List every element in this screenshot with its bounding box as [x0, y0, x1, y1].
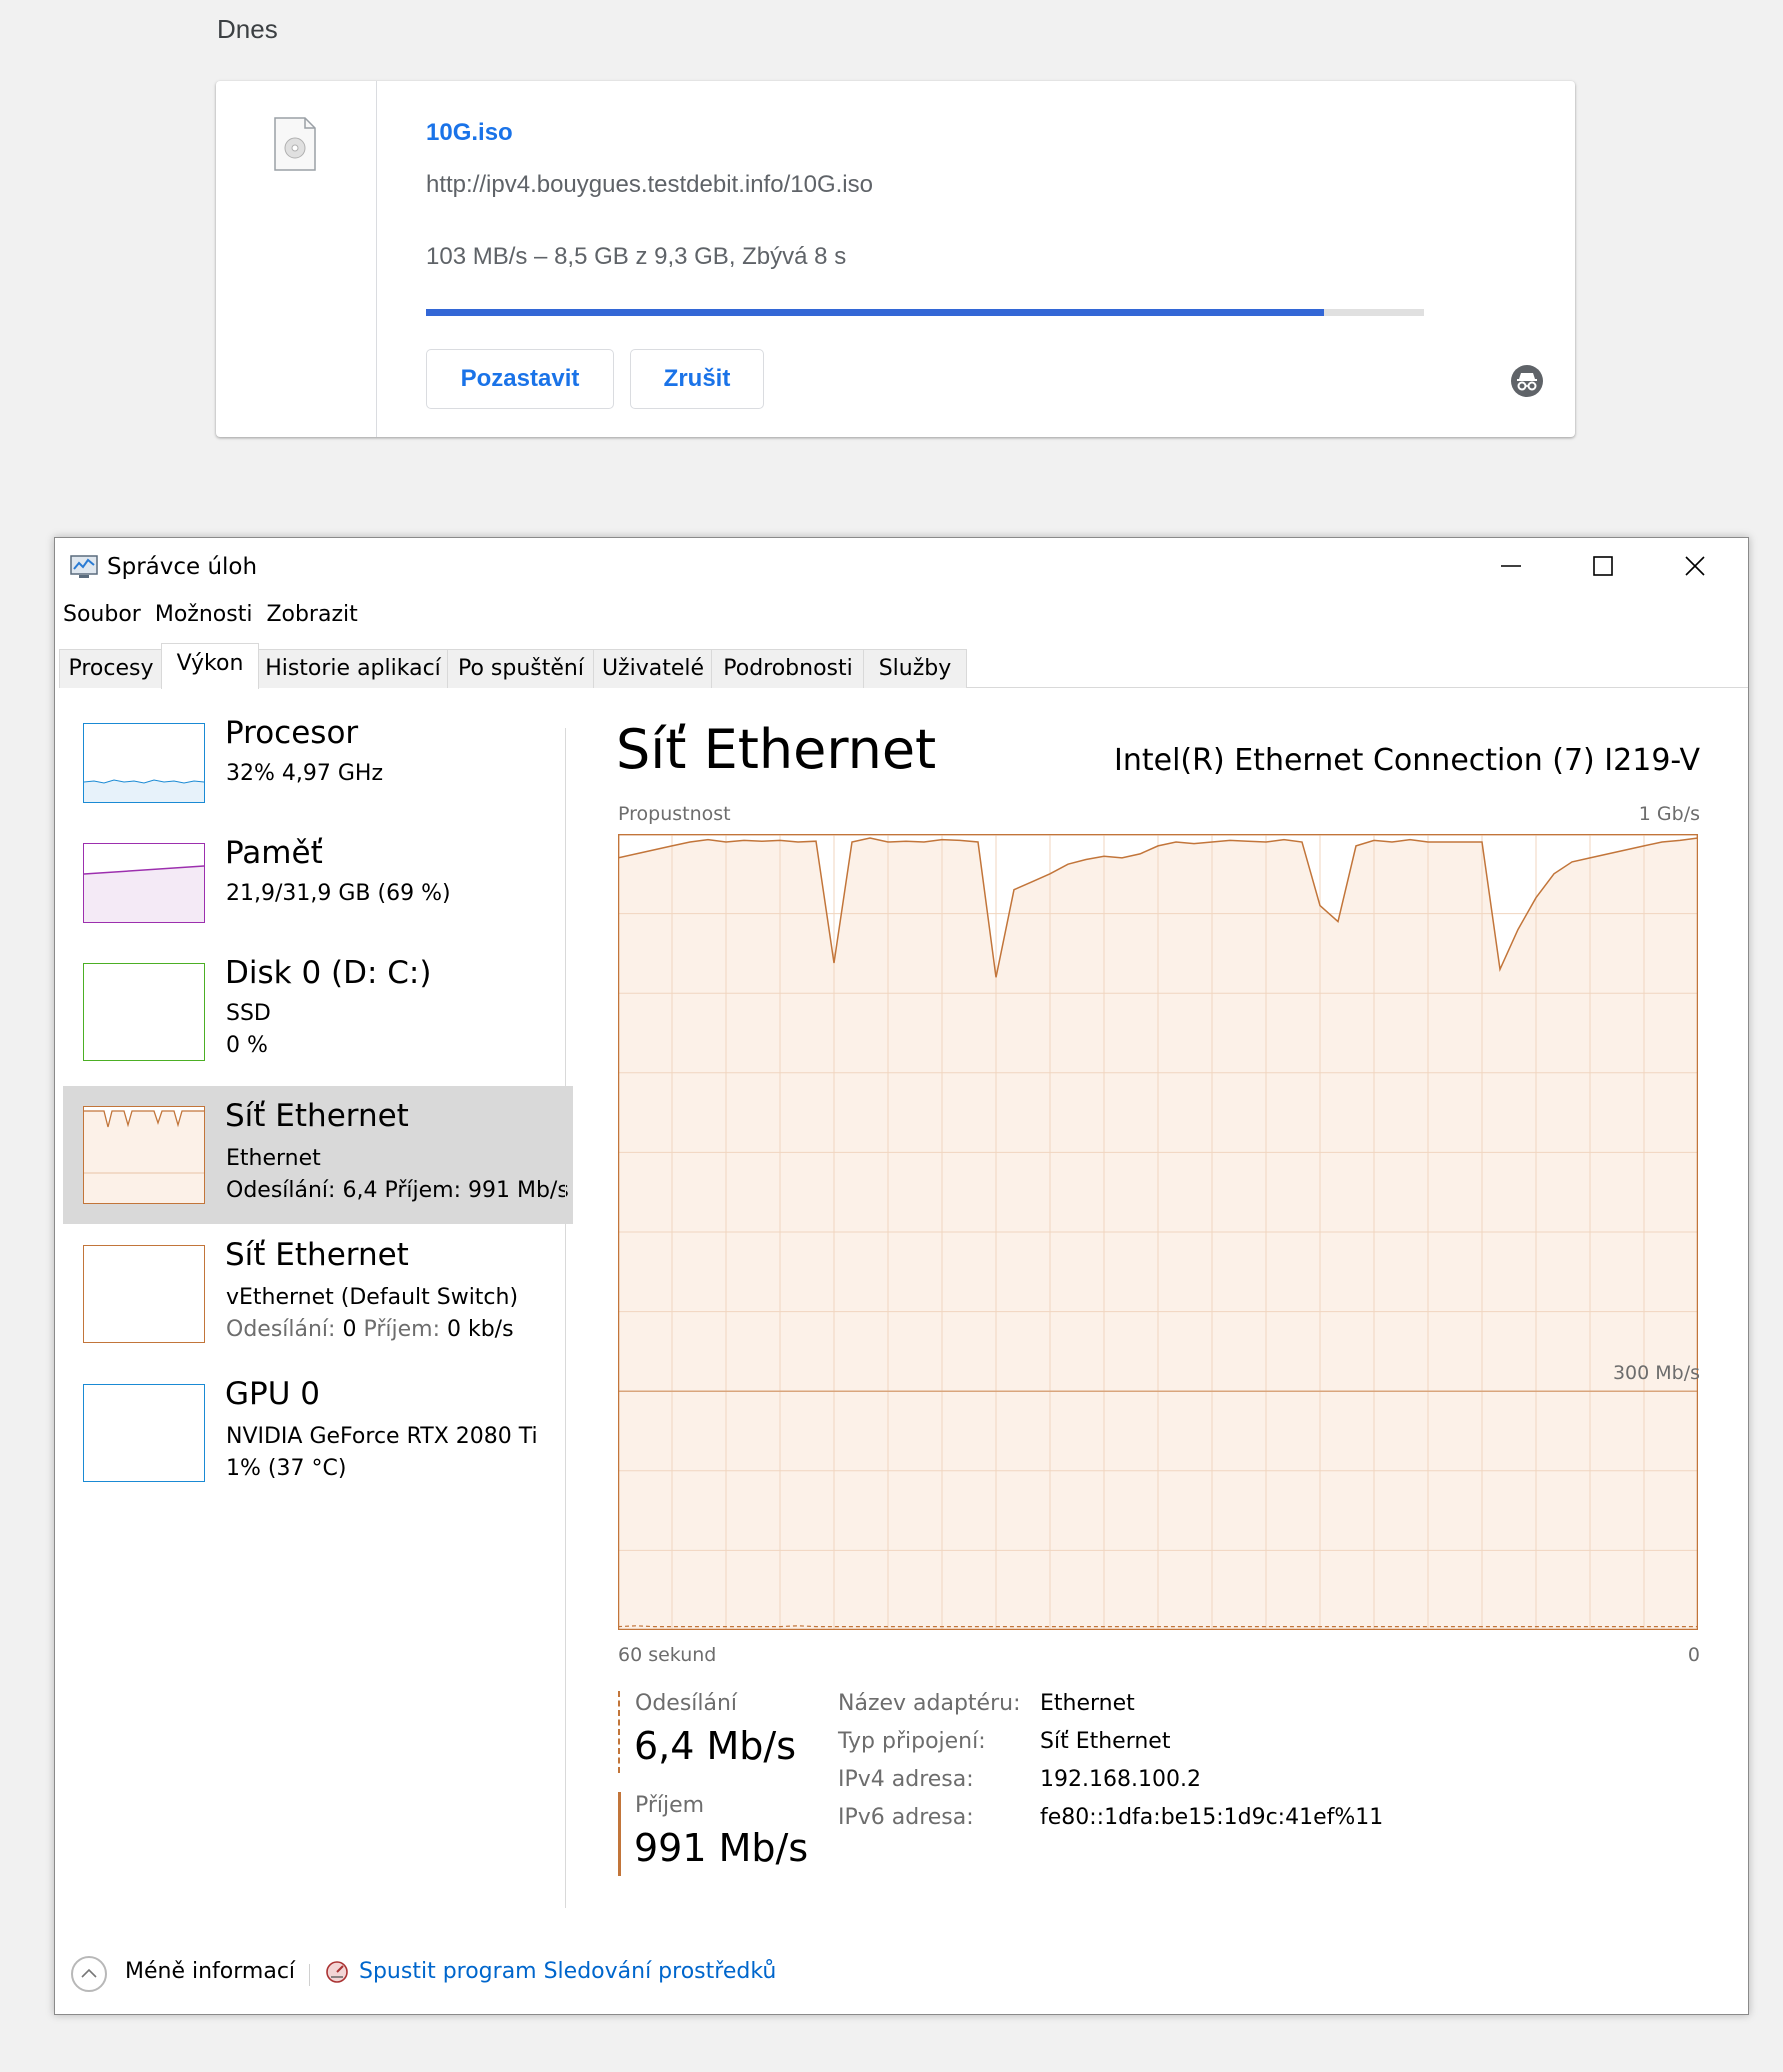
chevron-up-icon[interactable] [71, 1956, 107, 1992]
resource-monitor-icon [326, 1961, 348, 1983]
throughput-chart [618, 834, 1698, 1630]
chart-throughput-label: Propustnost [618, 803, 731, 825]
tab-podrobnosti[interactable]: Podrobnosti [711, 649, 865, 688]
sidebar-item-memory[interactable]: Paměť 21,9/31,9 GB (69 %) [63, 833, 573, 971]
cpu-thumbnail-graph [83, 723, 205, 803]
tab-strip: Procesy Výkon Historie aplikací Po spušt… [59, 643, 1748, 689]
download-status: 103 MB/s – 8,5 GB z 9,3 GB, Zbývá 8 s [426, 243, 847, 270]
chart-zero-label: 0 [1687, 1644, 1700, 1666]
download-file-name-link[interactable]: 10G.iso [426, 119, 513, 147]
tab-historie-aplikaci[interactable]: Historie aplikací [257, 649, 449, 688]
tab-po-spusteni[interactable]: Po spuštění [447, 649, 595, 688]
memory-thumbnail-graph [83, 843, 205, 923]
recv-value: 991 Mb/s [467, 1178, 569, 1203]
file-icon [274, 117, 316, 171]
download-icon-column [216, 81, 377, 437]
cancel-button[interactable]: Zrušit [630, 349, 764, 409]
recv-indicator [618, 1792, 621, 1876]
send-label: Odesílání: [226, 1178, 336, 1203]
sidebar-line: 21,9/31,9 GB (69 %) [226, 881, 451, 906]
maximize-icon [1593, 556, 1613, 576]
gpu-thumbnail-graph [83, 1384, 205, 1482]
sidebar-item-cpu[interactable]: Procesor 32% 4,97 GHz [63, 713, 573, 851]
pause-button[interactable]: Pozastavit [426, 349, 614, 409]
day-label: Dnes [217, 14, 278, 44]
close-icon [1685, 556, 1705, 576]
minimize-icon [1501, 565, 1521, 567]
sidebar-line: NVIDIA GeForce RTX 2080 Ti [226, 1424, 538, 1449]
send-label: Odesílání: [226, 1317, 336, 1342]
chart-max-label: 1 Gb/s [1638, 803, 1700, 825]
maximize-button[interactable] [1557, 538, 1649, 594]
sidebar-divider [565, 728, 566, 1908]
sidebar-title: Disk 0 (D: C:) [225, 955, 432, 991]
sidebar-item-vethernet[interactable]: Síť Ethernet vEthernet (Default Switch) … [63, 1225, 573, 1363]
sidebar-item-ethernet[interactable]: Síť Ethernet Ethernet Odesílání: 6,4 Pří… [63, 1086, 573, 1224]
sidebar-title: Síť Ethernet [225, 1098, 409, 1134]
prop-value-ipv4: 192.168.100.2 [1040, 1767, 1201, 1792]
prop-key-ipv4: IPv4 adresa: [838, 1767, 974, 1792]
sidebar-item-gpu[interactable]: GPU 0 NVIDIA GeForce RTX 2080 Ti 1% (37 … [63, 1364, 573, 1502]
download-url: http://ipv4.bouygues.testdebit.info/10G.… [426, 171, 873, 198]
recv-label: Příjem: [363, 1317, 440, 1342]
footer-separator [309, 1964, 310, 1986]
sidebar-line: 0 % [226, 1033, 268, 1058]
prop-key-adapter: Název adaptéru: [838, 1691, 1021, 1716]
send-value: 6,4 Mb/s [634, 1724, 797, 1768]
ethernet-thumbnail-graph [83, 1106, 205, 1204]
tab-sluzby[interactable]: Služby [863, 649, 967, 688]
menu-soubor[interactable]: Soubor [63, 602, 141, 627]
task-manager-window: Správce úloh Soubor Možnosti Zobrazit Proc… [54, 537, 1749, 2015]
prop-key-connection-type: Typ připojení: [838, 1729, 986, 1754]
sidebar-title: Síť Ethernet [225, 1237, 409, 1273]
sidebar-line-traffic: Odesílání: 6,4 Příjem: 991 Mb/s [226, 1178, 569, 1203]
footer: Méně informací Spustit program Sledování… [55, 1948, 1748, 2008]
download-progress-fill [426, 309, 1325, 316]
close-button[interactable] [1649, 538, 1741, 594]
incognito-icon [1511, 365, 1543, 397]
sidebar-title: Paměť [225, 835, 323, 871]
recv-label: Příjem [635, 1793, 705, 1818]
minimize-button[interactable] [1465, 538, 1557, 594]
vethernet-thumbnail-graph [83, 1245, 205, 1343]
task-manager-app-icon [70, 555, 98, 578]
send-label: Odesílání [635, 1691, 738, 1716]
sidebar-item-disk[interactable]: Disk 0 (D: C:) SSD 0 % [63, 953, 573, 1091]
page-title: Síť Ethernet [616, 718, 937, 781]
menu-zobrazit[interactable]: Zobrazit [266, 602, 357, 627]
menu-moznosti[interactable]: Možnosti [155, 602, 253, 627]
sidebar-line: 1% (37 °C) [226, 1456, 347, 1481]
tab-uzivatele[interactable]: Uživatelé [593, 649, 713, 688]
prop-key-ipv6: IPv6 adresa: [838, 1805, 974, 1830]
fewer-details-button[interactable]: Méně informací [125, 1959, 295, 1984]
send-value: 0 [342, 1317, 357, 1342]
recv-value: 991 Mb/s [634, 1826, 809, 1870]
recv-label: Příjem: [384, 1178, 461, 1203]
chart-time-label: 60 sekund [618, 1644, 717, 1666]
sidebar-line-traffic: Odesílání: 0 Příjem: 0 kb/s [226, 1317, 514, 1342]
sidebar-title: GPU 0 [225, 1376, 320, 1412]
sidebar-line: SSD [226, 1001, 271, 1026]
disk-thumbnail-graph [83, 963, 205, 1061]
chart-mid-label: 300 Mb/s [1612, 1362, 1700, 1384]
window-title: Správce úloh [107, 554, 258, 580]
tab-procesy[interactable]: Procesy [59, 649, 163, 688]
send-value: 6,4 [342, 1178, 378, 1203]
prop-value-ipv6: fe80::1dfa:be15:1d9c:41ef%11 [1040, 1805, 1384, 1830]
prop-value-adapter: Ethernet [1040, 1691, 1135, 1716]
menu-bar: Soubor Možnosti Zobrazit [63, 602, 372, 627]
sidebar-line: Ethernet [226, 1146, 321, 1171]
adapter-name: Intel(R) Ethernet Connection (7) I219-V [1114, 743, 1700, 778]
download-progress-bar [426, 309, 1424, 316]
sidebar-line: 32% 4,97 GHz [226, 761, 384, 786]
tab-vykon[interactable]: Výkon [161, 643, 259, 689]
sidebar-title: Procesor [225, 715, 359, 751]
send-indicator [618, 1691, 620, 1773]
download-card: 10G.iso http://ipv4.bouygues.testdebit.i… [216, 81, 1575, 437]
open-resource-monitor-link[interactable]: Spustit program Sledování prostředků [359, 1959, 776, 1984]
sidebar-line: vEthernet (Default Switch) [226, 1285, 519, 1310]
prop-value-connection-type: Síť Ethernet [1040, 1729, 1171, 1754]
recv-value: 0 kb/s [446, 1317, 514, 1342]
